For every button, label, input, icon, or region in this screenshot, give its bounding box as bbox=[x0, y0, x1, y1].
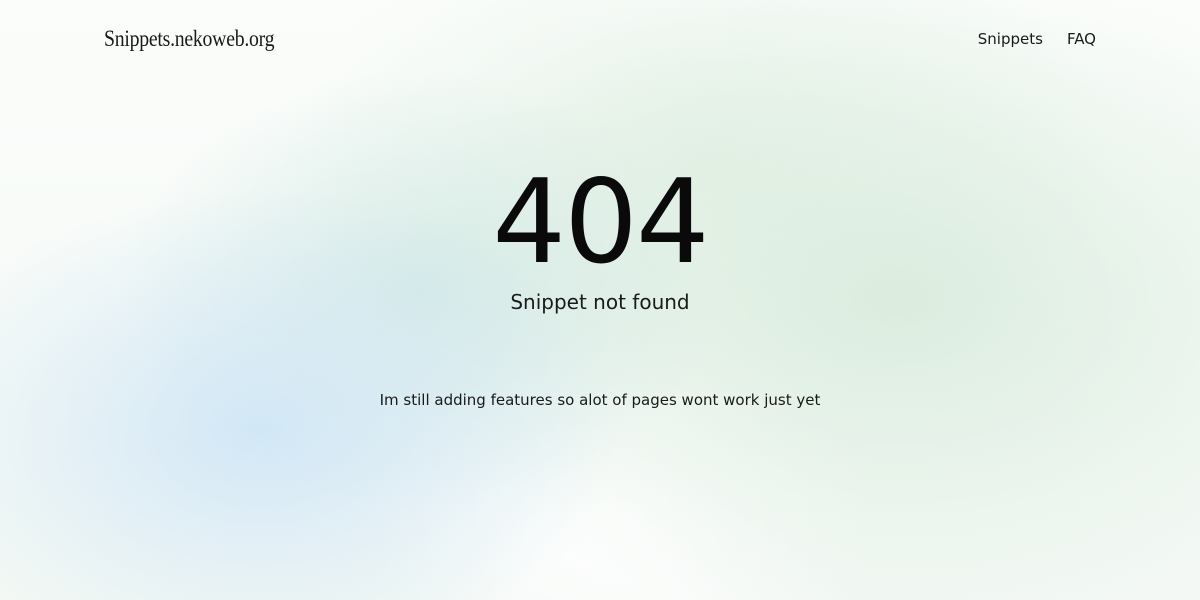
error-message: Snippet not found bbox=[510, 290, 690, 314]
site-logo-link[interactable]: Snippets.nekoweb.org bbox=[104, 26, 275, 52]
site-header: Snippets.nekoweb.org Snippets FAQ bbox=[0, 0, 1200, 80]
nav-link-faq[interactable]: FAQ bbox=[1067, 30, 1096, 48]
error-code: 404 bbox=[492, 155, 709, 290]
status-note: Im still adding features so alot of page… bbox=[379, 391, 821, 409]
main-nav: Snippets FAQ bbox=[978, 30, 1096, 48]
nav-link-snippets[interactable]: Snippets bbox=[978, 30, 1043, 48]
